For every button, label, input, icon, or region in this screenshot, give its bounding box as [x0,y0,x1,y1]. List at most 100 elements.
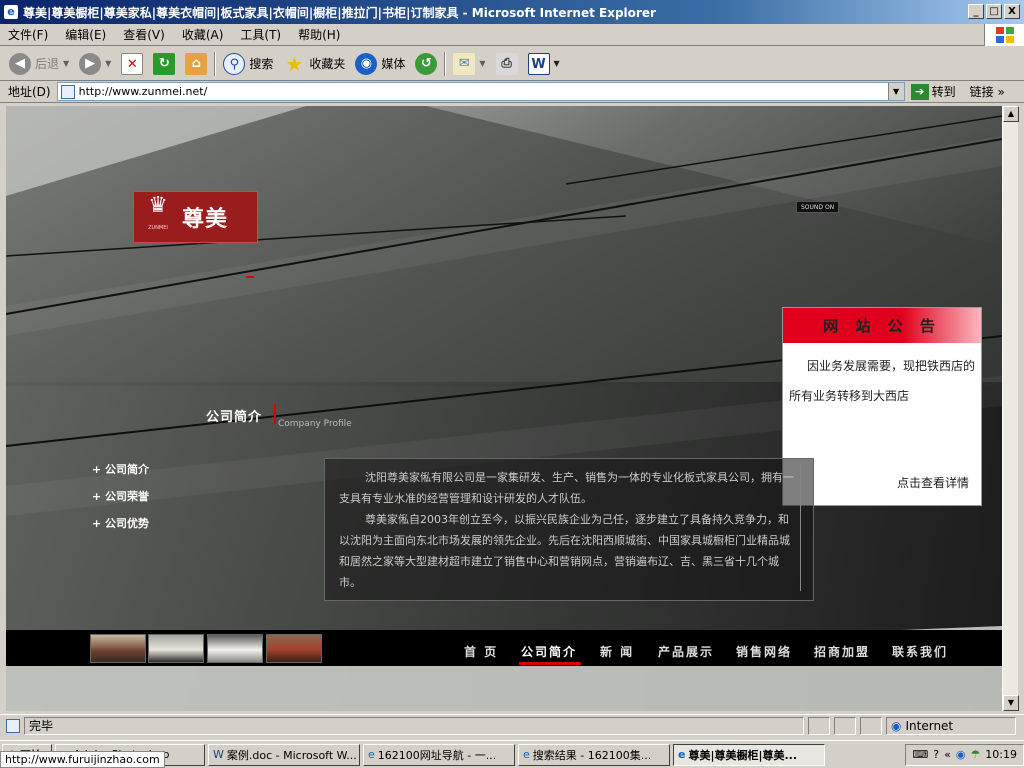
menu-bar: 文件(F) 编辑(E) 查看(V) 收藏(A) 工具(T) 帮助(H) [0,24,1024,46]
side-link-advantages[interactable]: + 公司优势 [92,515,149,531]
section-subtitle: Company Profile [278,419,352,429]
history-icon: ↺ [415,52,438,75]
antivirus-icon[interactable]: ☂ [970,748,980,761]
scroll-down-icon[interactable]: ▼ [1003,695,1019,711]
nav-active-underline [519,662,581,665]
address-input[interactable]: http://www.zunmei.net/ ▼ [56,82,905,101]
task-label: 162100网址导航 - 一... [377,748,497,762]
address-bar: 地址(D) http://www.zunmei.net/ ▼ ➔ 转到 链接 » [0,81,1024,103]
home-button[interactable]: ⌂ [182,50,210,78]
search-icon: ⚲ [223,52,246,75]
intro-text-box: 沈阳尊美家俬有限公司是一家集研发、生产、销售为一体的专业化板式家具公司，拥有一支… [324,458,814,601]
print-button[interactable]: ⎙ [493,50,521,78]
toolbar-separator [214,51,217,76]
refresh-icon: ↻ [153,52,176,75]
printer-icon: ⎙ [495,52,518,75]
word-icon: W [213,748,224,761]
edit-word-button[interactable]: W ▼ [525,50,563,78]
nav-products[interactable]: 产品展示 [658,643,714,660]
nav-news[interactable]: 新 闻 [600,643,634,660]
sound-label: SOUND ON [801,204,835,211]
intro-paragraph: 尊美家俬自2003年创立至今，以振兴民族企业为己任，逐步建立了具备持久竞争力，和… [339,513,790,589]
edit-dropdown-icon[interactable]: ▼ [554,59,560,68]
mail-dropdown-icon[interactable]: ▼ [479,59,485,68]
notice-body: 因业务发展需要，现把铁西店的所有业务转移到大西店 [789,359,976,403]
refresh-button[interactable]: ↻ [150,50,178,78]
nav-sales-network[interactable]: 销售网络 [736,643,792,660]
scroll-up-icon[interactable]: ▲ [1003,106,1019,122]
mail-button[interactable]: ✉ ▼ [450,50,488,78]
keyboard-icon[interactable]: ⌨ [912,748,928,761]
menu-file[interactable]: 文件(F) [8,26,48,43]
menu-edit[interactable]: 编辑(E) [65,26,106,43]
product-thumbnail[interactable] [90,634,146,663]
zone-label: Internet [905,718,954,733]
zone-indicator: ◉ Internet [886,716,1016,735]
mail-icon: ✉ [453,52,476,75]
page-viewport: ♛ ZUNMEI 尊美 SOUND ON 网 站 公 告 因业务发展需要，现把铁西… [6,106,1002,711]
forward-arrow-icon: ▶ [79,52,102,75]
globe-icon: ◉ [355,52,378,75]
logo-small-text: ZUNMEI [148,225,168,231]
page-icon [60,84,75,99]
help-icon[interactable]: ? [933,748,939,761]
stop-button[interactable]: ✕ [118,50,146,78]
menu-view[interactable]: 查看(V) [123,26,165,43]
nav-franchise[interactable]: 招商加盟 [814,643,870,660]
vertical-scrollbar[interactable]: ▲ ▼ [1002,106,1019,711]
task-ie-search[interactable]: e 搜索结果 - 162100集... [518,743,670,766]
history-button[interactable]: ↺ [412,50,440,78]
links-label: 链接 [969,85,994,99]
search-button[interactable]: ⚲ 搜索 [220,50,276,78]
favorites-label: 收藏夹 [309,57,346,71]
nav-company-profile[interactable]: 公司简介 [521,643,577,660]
nav-home[interactable]: 首 页 [464,643,498,660]
menu-favorites[interactable]: 收藏(A) [182,26,224,43]
product-thumbnail[interactable] [266,634,322,663]
status-pane [808,716,830,735]
intro-scroll-rule[interactable] [800,465,801,591]
menu-help[interactable]: 帮助(H) [298,26,340,43]
media-button[interactable]: ◉ 媒体 [352,50,408,78]
nav-contact[interactable]: 联系我们 [892,643,948,660]
minimize-button[interactable]: _ [968,4,984,19]
stop-icon: ✕ [121,52,144,75]
address-dropdown-icon[interactable]: ▼ [887,83,904,100]
back-button[interactable]: ◀ 后退 ▼ [6,50,72,78]
task-label: 案例.doc - Microsoft W... [226,748,357,762]
section-accent-mark [274,404,276,424]
url-tooltip: http://www.furuijinzhao.com [0,751,165,768]
task-word[interactable]: W 案例.doc - Microsoft W... [208,743,360,766]
task-ie-zunmei[interactable]: e 尊美|尊美橱柜|尊美... [673,743,825,766]
notice-details-link[interactable]: 点击查看详情 [897,474,969,491]
clock: 10:19 [985,748,1017,761]
forward-dropdown-icon[interactable]: ▼ [105,59,111,68]
side-link-honors[interactable]: + 公司荣誉 [92,488,149,504]
forward-button[interactable]: ▶ ▼ [76,50,114,78]
maximize-button[interactable]: □ [986,4,1002,19]
go-label: 转到 [931,85,956,99]
product-thumbnail[interactable] [207,634,263,663]
status-pane [834,716,856,735]
side-link-profile[interactable]: + 公司简介 [92,461,149,477]
links-button[interactable]: 链接 » [970,83,1005,100]
favorites-button[interactable]: ★ 收藏夹 [280,50,348,78]
back-label: 后退 [35,57,60,71]
word-icon: W [527,52,550,75]
tray-expand-icon[interactable]: « [944,748,951,761]
menu-tools[interactable]: 工具(T) [240,26,281,43]
task-ie-nav[interactable]: e 162100网址导航 - 一... [363,743,515,766]
sound-toggle[interactable]: SOUND ON [796,201,840,213]
go-button[interactable]: ➔ 转到 [910,83,956,100]
window-titlebar[interactable]: e 尊美|尊美橱柜|尊美家私|尊美衣帽间|板式家具|衣帽间|橱柜|推拉门|书柜|… [0,0,1024,24]
close-button[interactable]: X [1004,4,1020,19]
page-done-icon [6,718,20,733]
product-thumbnail[interactable] [148,634,204,663]
back-dropdown-icon[interactable]: ▼ [63,59,69,68]
notice-title: 网 站 公 告 [783,308,981,343]
ie-icon: e [523,748,530,761]
windows-logo-icon [984,24,1024,46]
site-logo[interactable]: ♛ ZUNMEI 尊美 [133,191,258,243]
network-icon[interactable]: ◉ [956,748,966,761]
star-icon: ★ [285,51,304,76]
